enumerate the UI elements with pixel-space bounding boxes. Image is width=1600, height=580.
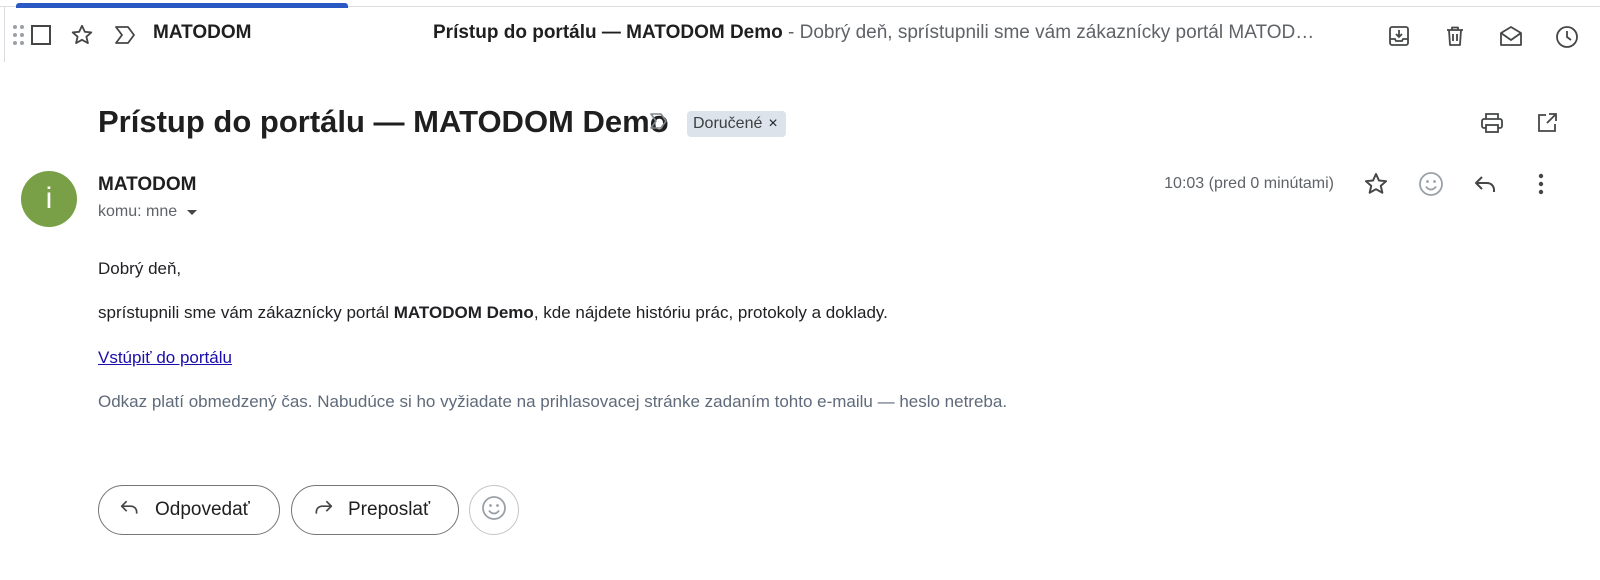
emoji-icon — [481, 495, 507, 526]
body-paragraph: sprístupnili sme vám zákaznícky portál M… — [98, 303, 888, 323]
emoji-icon[interactable] — [1417, 170, 1445, 198]
forward-icon — [312, 497, 334, 523]
message-timestamp: 10:03 (pred 0 minútami) — [1164, 175, 1334, 192]
snippet-separator: - — [782, 22, 800, 43]
forward-button[interactable]: Preposlať — [291, 485, 459, 535]
more-vert-icon[interactable] — [1527, 170, 1555, 198]
important-icon[interactable] — [648, 110, 670, 132]
recipient-text: komu: mne — [98, 203, 178, 220]
label-chip-inbox[interactable]: Doručené × — [687, 111, 786, 137]
label-chip-text: Doručené — [693, 115, 763, 132]
select-checkbox-icon[interactable] — [29, 23, 53, 47]
body-paragraph-bold: MATODOM Demo — [393, 303, 534, 322]
important-icon[interactable] — [112, 23, 138, 47]
show-details-icon[interactable] — [187, 209, 198, 215]
star-icon[interactable] — [70, 23, 94, 47]
star-icon[interactable] — [1362, 170, 1390, 198]
reply-button-label: Odpovedať — [155, 499, 250, 520]
archive-icon[interactable] — [1386, 23, 1412, 49]
snippet-text: Dobrý deň, sprístupnili sme vám zákazníc… — [799, 22, 1315, 43]
emoji-reaction-button[interactable] — [469, 485, 519, 535]
drag-handle-icon[interactable] — [12, 23, 26, 47]
body-paragraph-start: sprístupnili sme vám zákaznícky portál — [98, 303, 394, 322]
avatar[interactable]: i — [21, 171, 77, 227]
reply-button[interactable]: Odpovedať — [98, 485, 280, 535]
remove-label-icon[interactable]: × — [768, 115, 777, 133]
body-paragraph-end: , kde nájdete históriu prác, protokoly a… — [533, 303, 888, 322]
loading-progress-bar — [16, 3, 348, 8]
open-in-new-window-icon[interactable] — [1533, 109, 1561, 137]
toolbar-sender: MATODOM — [153, 22, 252, 43]
mark-as-read-icon[interactable] — [1497, 23, 1525, 49]
body-greeting: Dobrý deň, — [98, 259, 182, 278]
print-icon[interactable] — [1478, 109, 1506, 137]
forward-button-label: Preposlať — [348, 499, 431, 520]
sender-name[interactable]: MATODOM — [98, 174, 197, 196]
snippet-subject: Prístup do portálu — MATODOM Demo — [433, 22, 783, 43]
body-note: Odkaz platí obmedzený čas. Nabudúce si h… — [98, 392, 1008, 411]
email-subject: Prístup do portálu — MATODOM Demo — [98, 104, 669, 139]
portal-link[interactable]: Vstúpiť do portálu — [98, 348, 232, 368]
reply-icon[interactable] — [1472, 170, 1500, 198]
thread-snippet[interactable]: Prístup do portálu — MATODOM Demo - Dobr… — [433, 22, 1348, 44]
delete-icon[interactable] — [1442, 23, 1468, 49]
snooze-icon[interactable] — [1553, 23, 1581, 51]
recipient-line: komu: mne — [98, 203, 198, 221]
thread-toolbar: MATODOM Prístup do portálu — MATODOM Dem… — [0, 0, 1600, 62]
reply-icon — [119, 497, 141, 523]
